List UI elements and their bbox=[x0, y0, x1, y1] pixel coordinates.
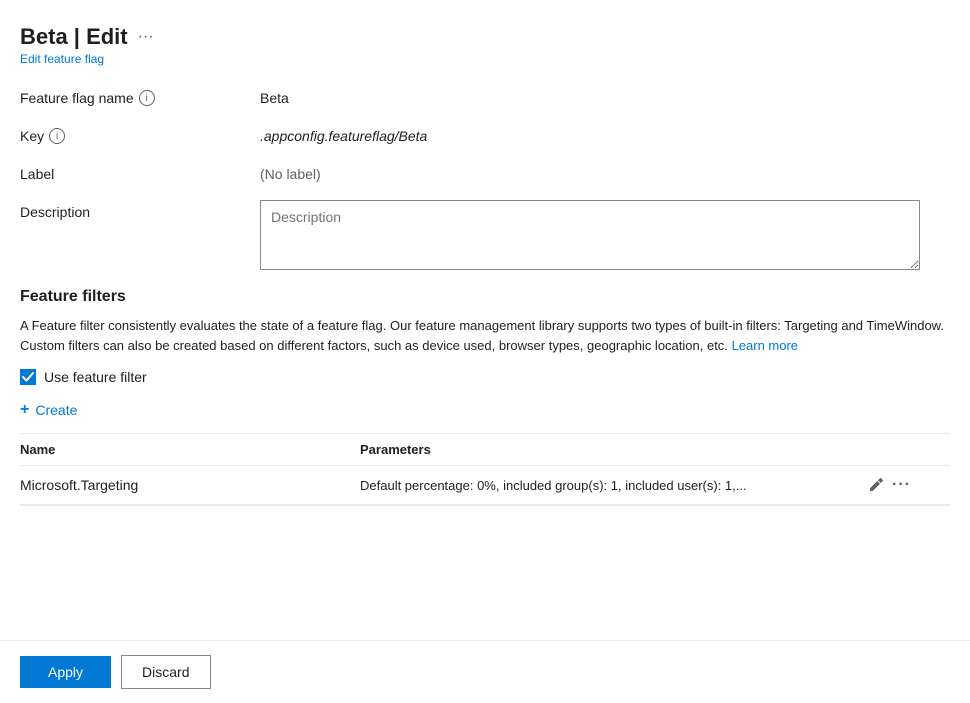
feature-filters-title: Feature filters bbox=[20, 288, 950, 306]
learn-more-link[interactable]: Learn more bbox=[732, 338, 798, 353]
feature-flag-name-value: Beta bbox=[260, 86, 289, 106]
feature-flag-name-row: Feature flag name i Beta bbox=[20, 86, 950, 106]
feature-flag-name-label: Feature flag name i bbox=[20, 86, 260, 106]
label-row: Label (No label) bbox=[20, 162, 950, 182]
col-params-header: Parameters bbox=[360, 442, 950, 457]
title-text: Beta | Edit bbox=[20, 24, 128, 50]
row-params-wrapper: Default percentage: 0%, included group(s… bbox=[360, 476, 950, 494]
feature-filters-description: A Feature filter consistently evaluates … bbox=[20, 316, 950, 355]
key-row: Key i .appconfig.featureflag/Beta bbox=[20, 124, 950, 144]
plus-icon: + bbox=[20, 401, 29, 419]
discard-button[interactable]: Discard bbox=[121, 655, 210, 689]
description-input[interactable] bbox=[260, 200, 920, 270]
use-feature-filter-label: Use feature filter bbox=[44, 369, 147, 385]
description-row: Description bbox=[20, 200, 950, 270]
ellipsis-menu[interactable]: ··· bbox=[138, 28, 154, 46]
footer: Apply Discard bbox=[0, 640, 970, 703]
row-actions: ··· bbox=[868, 476, 911, 494]
use-feature-filter-row: Use feature filter bbox=[20, 369, 950, 385]
create-row[interactable]: + Create bbox=[20, 401, 950, 419]
key-info-icon[interactable]: i bbox=[49, 128, 65, 144]
use-feature-filter-checkbox[interactable] bbox=[20, 369, 36, 385]
label-value: (No label) bbox=[260, 162, 321, 182]
col-name-header: Name bbox=[20, 442, 360, 457]
page-title: Beta | Edit ··· bbox=[20, 24, 950, 50]
table-rows: Microsoft.Targeting Default percentage: … bbox=[20, 466, 950, 505]
row-params: Default percentage: 0%, included group(s… bbox=[360, 478, 860, 493]
create-label: Create bbox=[35, 402, 77, 418]
key-label: Key i bbox=[20, 124, 260, 144]
label-label: Label bbox=[20, 162, 260, 182]
apply-button[interactable]: Apply bbox=[20, 656, 111, 688]
more-actions-button[interactable]: ··· bbox=[892, 476, 911, 494]
checkmark-icon bbox=[22, 371, 34, 383]
key-value: .appconfig.featureflag/Beta bbox=[260, 124, 427, 144]
feature-flag-name-info-icon[interactable]: i bbox=[139, 90, 155, 106]
table-row: Microsoft.Targeting Default percentage: … bbox=[20, 466, 950, 505]
table-header: Name Parameters bbox=[20, 434, 950, 466]
edit-row-button[interactable] bbox=[868, 477, 884, 493]
description-label: Description bbox=[20, 200, 260, 220]
subtitle: Edit feature flag bbox=[20, 52, 950, 66]
row-name: Microsoft.Targeting bbox=[20, 477, 360, 493]
